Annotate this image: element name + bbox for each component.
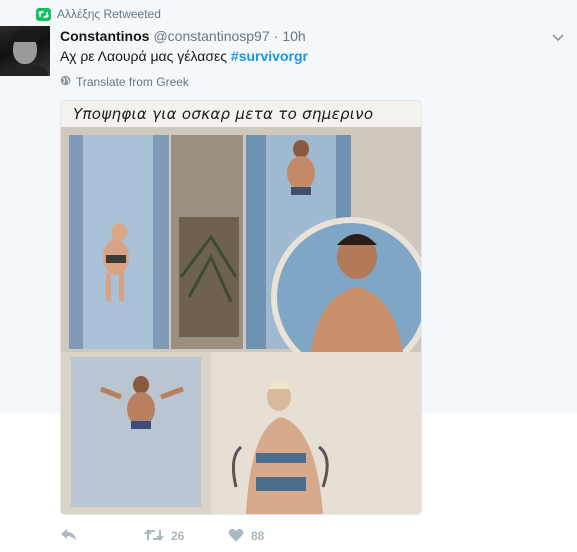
translate-link[interactable]: Translate from Greek: [60, 74, 189, 90]
translate-label[interactable]: Translate from Greek: [76, 75, 189, 89]
chevron-down-icon[interactable]: [552, 30, 564, 42]
retweet-icon: [36, 7, 51, 21]
reply-button[interactable]: [60, 528, 144, 545]
user-handle[interactable]: @constantinosp97: [153, 28, 269, 44]
tweet-header: Constantinos @constantinosp97 · 10h: [60, 28, 306, 46]
retweeter-label[interactable]: Αλλέξης Retweeted: [57, 7, 161, 21]
tweet-body: Αχ ρε Λαουρά μας γέλασες: [60, 48, 231, 64]
collage-photo: [61, 127, 421, 514]
like-count: 88: [251, 529, 265, 543]
like-button[interactable]: 88: [228, 528, 264, 545]
retweet-button[interactable]: 26: [144, 528, 228, 545]
globe-icon: [60, 75, 71, 89]
display-name[interactable]: Constantinos: [60, 28, 149, 44]
retweet-count: 26: [171, 529, 185, 543]
separator: ·: [273, 28, 279, 44]
tweet-actions: 26 88: [60, 527, 264, 545]
tweet-media-image[interactable]: Υποψηφια για οσκαρ μετα το σημερινο: [60, 100, 422, 515]
reply-icon: [60, 528, 78, 545]
retweet-context: Αλλέξης Retweeted: [36, 6, 161, 22]
tweet-text: Αχ ρε Λαουρά μας γέλασες #survivorgr: [60, 47, 308, 65]
timestamp[interactable]: 10h: [282, 28, 305, 44]
avatar[interactable]: [0, 26, 50, 76]
hashtag-link[interactable]: #survivorgr: [231, 48, 308, 64]
image-caption: Υποψηφια για οσκαρ μετα το σημερινο: [73, 105, 374, 123]
retweet-icon: [144, 528, 164, 545]
heart-icon: [228, 528, 244, 545]
